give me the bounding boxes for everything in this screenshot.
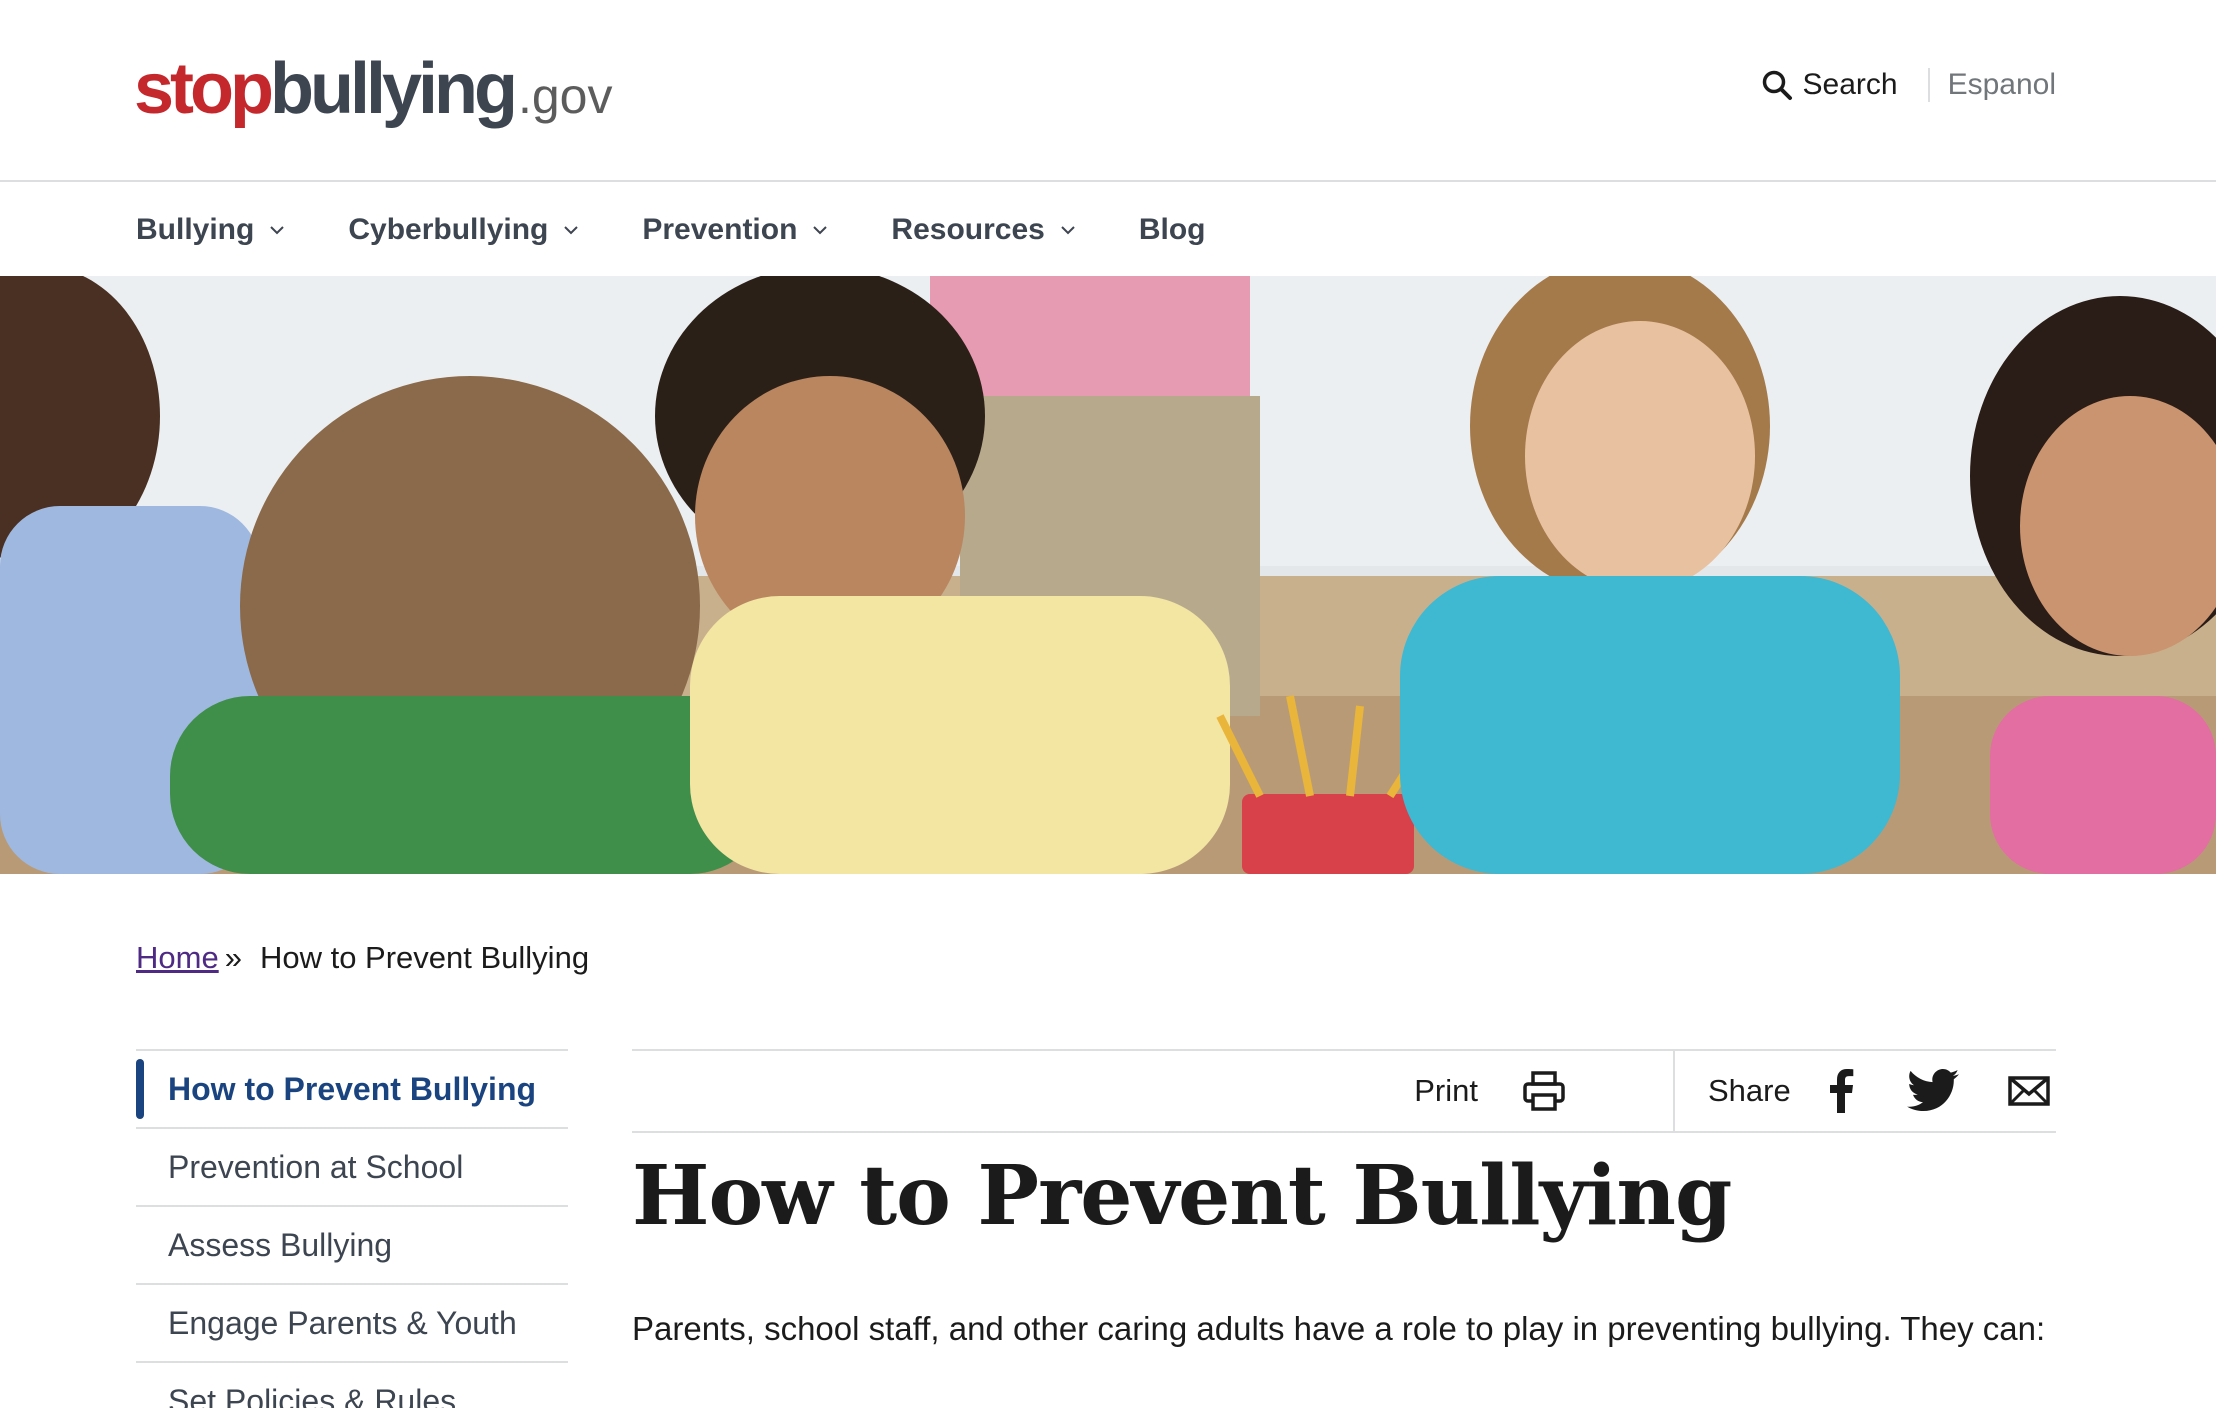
nav-item-prevention[interactable]: Prevention bbox=[642, 213, 829, 247]
twitter-icon bbox=[1906, 1069, 1959, 1111]
logo-gov-text: .gov bbox=[517, 68, 613, 124]
site-header: stop bullying .gov Search Espanol bbox=[0, 0, 2216, 182]
main-nav: Bullying Cyberbullying Prevention Resour… bbox=[0, 184, 2216, 276]
nav-item-label: Resources bbox=[891, 213, 1045, 246]
facebook-icon bbox=[1829, 1069, 1854, 1113]
sidenav-item-prevention-at-school[interactable]: Prevention at School bbox=[136, 1127, 568, 1205]
sidenav-item-set-policies-rules[interactable]: Set Policies & Rules bbox=[136, 1361, 568, 1408]
print-button[interactable]: Print bbox=[1414, 1051, 1566, 1131]
printer-icon bbox=[1523, 1071, 1565, 1111]
chevron-down-icon bbox=[1061, 226, 1075, 235]
chevron-down-icon bbox=[564, 226, 579, 235]
hero-image bbox=[0, 276, 2216, 874]
side-navigation: How to Prevent Bullying Prevention at Sc… bbox=[136, 1049, 568, 1408]
breadcrumb-separator: » bbox=[224, 940, 242, 975]
site-logo[interactable]: stop bullying .gov bbox=[134, 48, 612, 138]
sidenav-item-how-to-prevent-bullying[interactable]: How to Prevent Bullying bbox=[136, 1049, 568, 1127]
breadcrumb-home-link[interactable]: Home bbox=[136, 940, 219, 976]
chevron-down-icon bbox=[813, 226, 828, 235]
utility-links: Search Espanol bbox=[1761, 60, 2056, 110]
page-toolbar: Print Share bbox=[632, 1049, 2056, 1133]
logo-bullying-text: bullying bbox=[269, 49, 518, 129]
share-twitter-button[interactable] bbox=[1855, 1069, 1959, 1113]
hero-illustration bbox=[0, 276, 2216, 874]
nav-item-label: Cyberbullying bbox=[348, 213, 549, 246]
language-link[interactable]: Espanol bbox=[1948, 68, 2056, 102]
sidenav-item-engage-parents-youth[interactable]: Engage Parents & Youth bbox=[136, 1283, 568, 1361]
nav-item-resources[interactable]: Resources bbox=[891, 213, 1076, 247]
nav-item-label: Blog bbox=[1138, 213, 1206, 246]
logo-stop-text: stop bbox=[134, 49, 274, 129]
share-group: Share bbox=[1708, 1051, 2051, 1131]
utility-divider bbox=[1927, 68, 1930, 102]
share-facebook-button[interactable] bbox=[1791, 1069, 1855, 1113]
nav-list: Bullying Cyberbullying Prevention Resour… bbox=[136, 184, 1268, 276]
search-icon bbox=[1762, 70, 1792, 100]
print-label: Print bbox=[1414, 1073, 1478, 1108]
search-label: Search bbox=[1802, 68, 1898, 101]
nav-item-label: Prevention bbox=[642, 213, 798, 246]
breadcrumb-current: How to Prevent Bullying bbox=[259, 940, 590, 975]
share-label: Share bbox=[1708, 1073, 1791, 1108]
email-icon bbox=[2007, 1076, 2050, 1106]
nav-item-blog[interactable]: Blog bbox=[1139, 213, 1206, 247]
chevron-down-icon bbox=[270, 226, 285, 235]
nav-item-cyberbullying[interactable]: Cyberbullying bbox=[348, 213, 580, 247]
nav-item-bullying[interactable]: Bullying bbox=[136, 213, 286, 247]
share-email-button[interactable] bbox=[1959, 1069, 2051, 1113]
nav-item-label: Bullying bbox=[136, 213, 255, 246]
toolbar-divider bbox=[1673, 1051, 1675, 1131]
intro-paragraph: Parents, school staff, and other caring … bbox=[632, 1310, 2046, 1347]
breadcrumb: Home » How to Prevent Bullying bbox=[136, 940, 589, 976]
sidenav-item-assess-bullying[interactable]: Assess Bullying bbox=[136, 1205, 568, 1283]
search-button[interactable]: Search bbox=[1761, 68, 1898, 102]
page-title: How to Prevent Bullying bbox=[632, 1148, 1732, 1244]
